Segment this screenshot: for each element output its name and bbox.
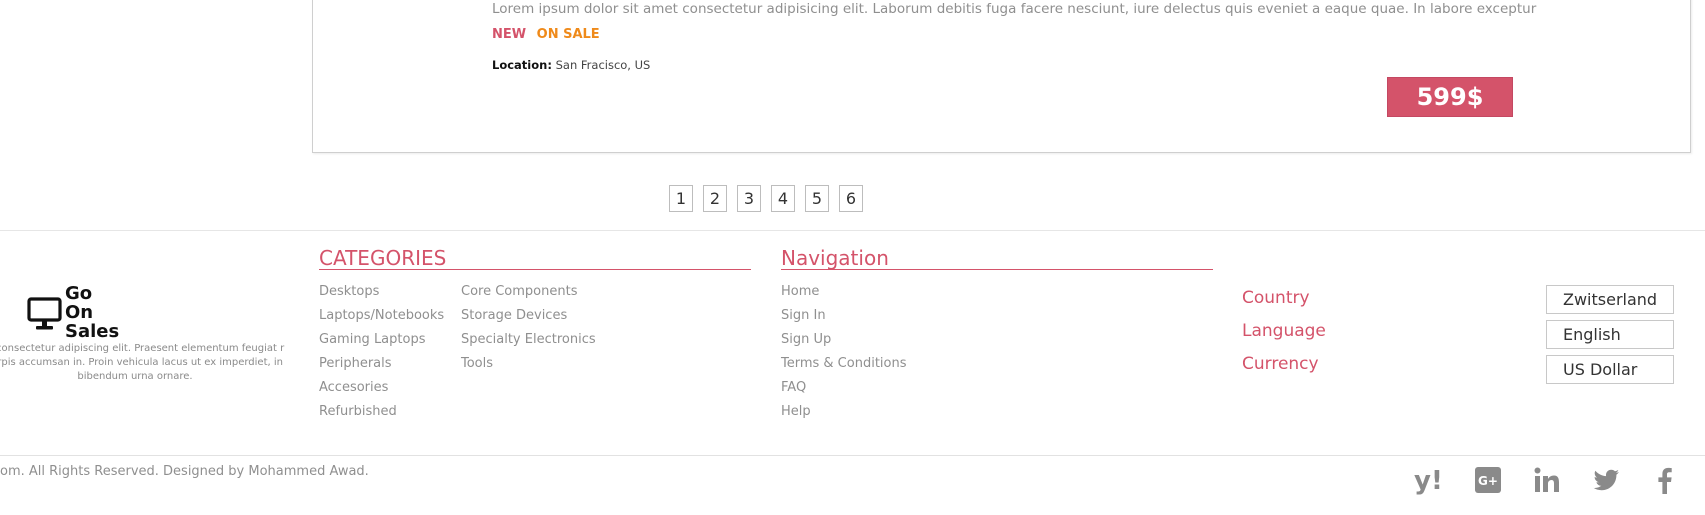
language-label: Language (1242, 321, 1326, 341)
country-label: Country (1242, 288, 1310, 308)
category-link[interactable]: Specialty Electronics (461, 332, 596, 356)
product-description: Lorem ipsum dolor sit amet consectetur a… (492, 1, 1537, 17)
category-link[interactable]: Core Components (461, 284, 596, 308)
category-link[interactable]: Gaming Laptops (319, 332, 444, 356)
category-link[interactable]: Laptops/Notebooks (319, 308, 444, 332)
category-link[interactable]: Tools (461, 356, 596, 380)
footer-divider (0, 230, 1705, 231)
navigation-rule (781, 269, 1213, 270)
desktop-monitor-icon (27, 297, 62, 330)
nav-link-sign-in[interactable]: Sign In (781, 308, 907, 332)
language-select[interactable]: English (1546, 320, 1674, 349)
categories-rule (319, 269, 751, 270)
page-4-button[interactable]: 4 (771, 185, 795, 212)
categories-title: CATEGORIES (319, 246, 447, 270)
svg-text:G+: G+ (1478, 474, 1498, 488)
currency-label: Currency (1242, 354, 1319, 374)
brand-name-line: Sales (65, 321, 120, 342)
country-select[interactable]: Zwitserland (1546, 285, 1674, 314)
twitter-icon[interactable] (1589, 463, 1623, 497)
currency-select[interactable]: US Dollar (1546, 355, 1674, 384)
product-card: Lorem ipsum dolor sit amet consectetur a… (312, 0, 1691, 153)
categories-list-2: Core Components Storage Devices Specialt… (461, 284, 596, 380)
page-6-button[interactable]: 6 (839, 185, 863, 212)
svg-text:y!: y! (1414, 466, 1443, 495)
navigation-title: Navigation (781, 246, 889, 270)
nav-link-faq[interactable]: FAQ (781, 380, 907, 404)
nav-link-terms[interactable]: Terms & Conditions (781, 356, 907, 380)
copyright-divider (0, 455, 1705, 456)
category-link[interactable]: Peripherals (319, 356, 444, 380)
nav-link-help[interactable]: Help (781, 404, 907, 428)
product-location: Location: San Fracisco, US (492, 58, 650, 72)
category-link[interactable]: Desktops (319, 284, 444, 308)
product-tags: NEW ON SALE (492, 27, 600, 42)
page-2-button[interactable]: 2 (703, 185, 727, 212)
category-link[interactable]: Storage Devices (461, 308, 596, 332)
google-plus-icon[interactable]: G+ (1471, 463, 1505, 497)
linkedin-icon[interactable] (1530, 463, 1564, 497)
location-value: San Fracisco, US (555, 58, 651, 72)
price-button[interactable]: 599$ (1387, 77, 1513, 117)
brand-name-line: Go (65, 283, 93, 304)
facebook-icon[interactable] (1648, 463, 1682, 497)
brand-description: t, consectetur adipiscing elit. Praesent… (0, 343, 285, 382)
navigation-list: Home Sign In Sign Up Terms & Conditions … (781, 284, 907, 428)
brand-name[interactable]: Go On Sales (65, 284, 119, 341)
nav-link-home[interactable]: Home (781, 284, 907, 308)
location-label: Location: (492, 58, 552, 72)
page-1-button[interactable]: 1 (669, 185, 693, 212)
pagination: 1 2 3 4 5 6 (669, 185, 863, 212)
categories-list-1: Desktops Laptops/Notebooks Gaming Laptop… (319, 284, 444, 428)
page-5-button[interactable]: 5 (805, 185, 829, 212)
page-3-button[interactable]: 3 (737, 185, 761, 212)
copyright-text: om. All Rights Reserved. Designed by Moh… (0, 464, 369, 479)
brand-name-line: On (65, 302, 94, 323)
on-sale-badge: ON SALE (536, 27, 600, 42)
category-link[interactable]: Accesories (319, 380, 444, 404)
category-link[interactable]: Refurbished (319, 404, 444, 428)
new-badge: NEW (492, 27, 527, 42)
nav-link-sign-up[interactable]: Sign Up (781, 332, 907, 356)
yahoo-icon[interactable]: y! (1411, 463, 1445, 497)
